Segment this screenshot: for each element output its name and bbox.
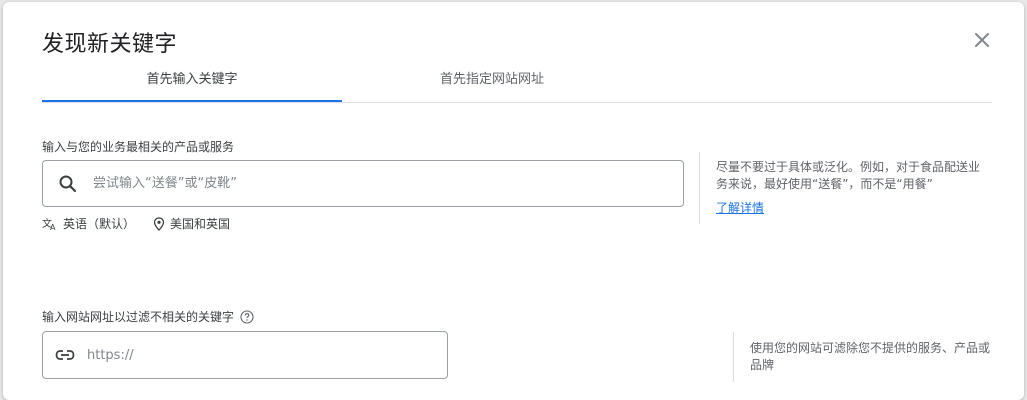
keywords-label: 输入与您的业务最相关的产品或服务 — [42, 140, 235, 154]
tab-divider — [42, 102, 992, 103]
search-icon — [43, 174, 93, 194]
tip-divider-1 — [699, 152, 700, 224]
targeting-row: 文 A 英语（默认） 美国和英国 — [42, 215, 244, 232]
tab-enter-website[interactable]: 首先指定网站网址 — [342, 62, 642, 102]
translate-icon: 文 A — [42, 217, 56, 231]
tab-enter-keywords[interactable]: 首先输入关键字 — [42, 62, 342, 102]
keywords-tip: 尽量不要过于具体或泛化。例如，对于食品配送业务来说，最好使用“送餐”，而不是“用… — [716, 160, 981, 191]
svg-text:A: A — [50, 223, 56, 231]
dialog-title: 发现新关键字 — [42, 32, 178, 57]
location-selector[interactable]: 美国和英国 — [153, 215, 230, 232]
keywords-search-input[interactable] — [93, 176, 683, 191]
language-selector[interactable]: 文 A 英语（默认） — [42, 215, 135, 232]
language-label: 英语（默认） — [63, 217, 136, 231]
help-circle-icon[interactable] — [240, 309, 254, 324]
website-url-input[interactable] — [87, 347, 447, 363]
close-icon — [975, 33, 989, 47]
link-icon — [43, 349, 87, 361]
keywords-search-box[interactable] — [42, 160, 684, 207]
location-pin-icon — [153, 216, 165, 231]
website-label-row: 输入网站网址以过滤不相关的关键字 — [42, 308, 254, 325]
website-tip: 使用您的网站可滤除您不提供的服务、产品或品牌 — [750, 341, 991, 372]
location-label: 美国和英国 — [170, 217, 231, 231]
close-button[interactable] — [969, 27, 995, 53]
discover-keywords-dialog: 发现新关键字 首先输入关键字 首先指定网站网址 输入与您的业务最相关的产品或服务… — [3, 2, 1024, 400]
website-url-box[interactable] — [42, 331, 448, 379]
website-label: 输入网站网址以过滤不相关的关键字 — [42, 310, 235, 324]
tip-divider-2 — [733, 332, 734, 382]
learn-more-link[interactable]: 了解详情 — [716, 199, 764, 216]
